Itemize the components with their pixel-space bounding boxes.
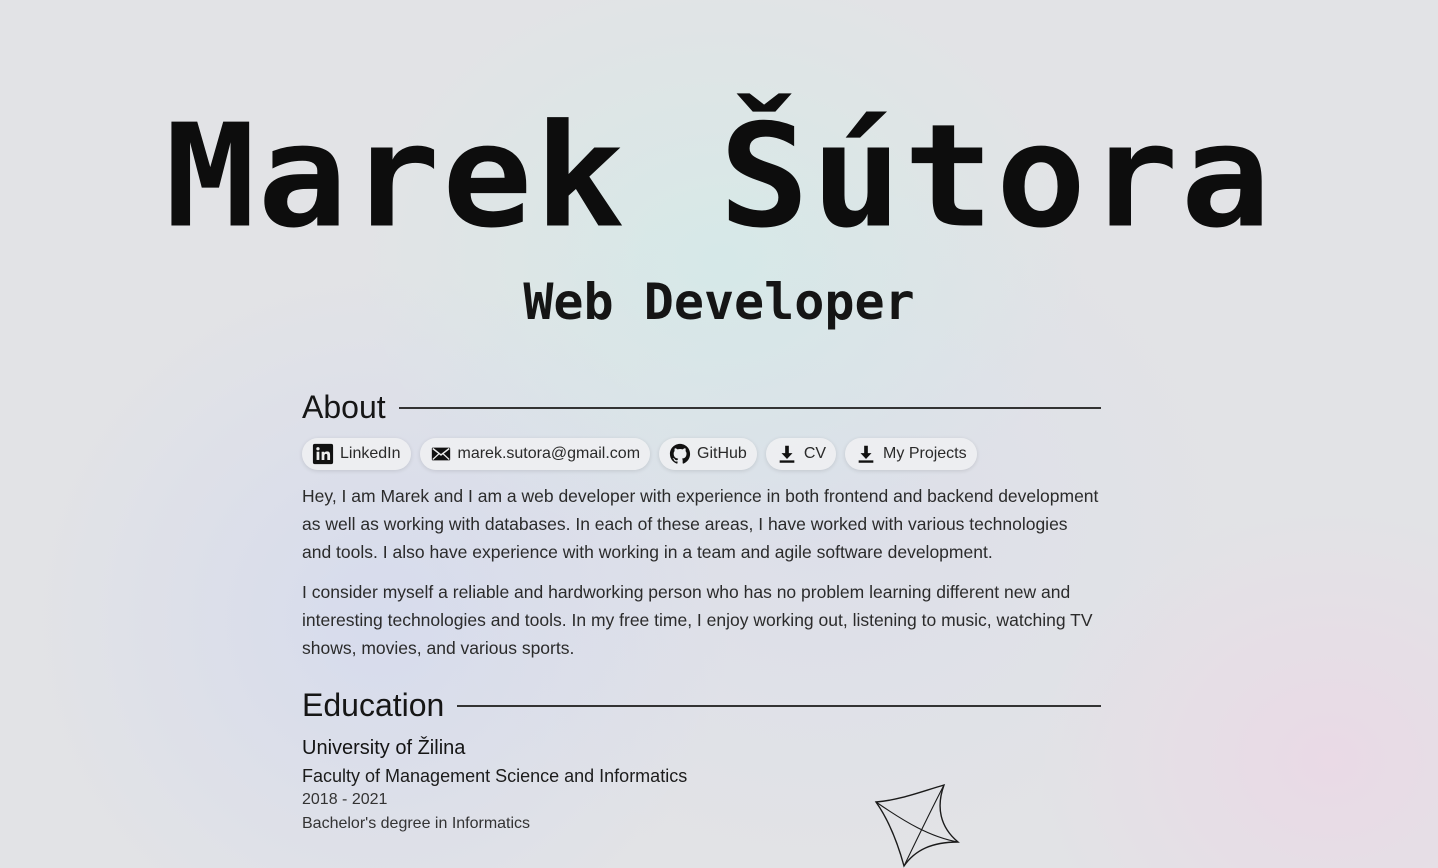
section-divider <box>398 407 1101 409</box>
section-divider <box>457 705 1101 707</box>
email-label: marek.sutora@gmail.com <box>457 445 641 462</box>
cv-label: CV <box>803 445 827 462</box>
star-doodle-icon <box>874 783 960 868</box>
download-icon <box>855 443 877 465</box>
main-content: About LinkedIn marek.sutora@gmail.com Gi… <box>302 384 1101 836</box>
education-faculty: Faculty of Management Science and Inform… <box>302 766 688 786</box>
education-section: Education University of Žilina Faculty o… <box>302 682 1101 836</box>
about-section: About LinkedIn marek.sutora@gmail.com Gi… <box>302 384 1101 662</box>
education-heading: Education <box>302 686 445 723</box>
projects-download-link[interactable]: My Projects <box>845 438 977 470</box>
about-header: About <box>302 384 1101 430</box>
linkedin-link[interactable]: LinkedIn <box>302 438 411 470</box>
about-paragraph: I consider myself a reliable and hardwor… <box>302 582 1093 658</box>
mail-icon <box>430 443 452 465</box>
hero: Marek Šútora Web Developer <box>0 0 1438 360</box>
education-item: University of Žilina Faculty of Manageme… <box>302 736 1101 836</box>
about-paragraph: Hey, I am Marek and I am a web developer… <box>302 486 1099 562</box>
education-header: Education <box>302 682 1101 728</box>
education-degree: Bachelor's degree in Informatics <box>302 815 531 832</box>
github-link[interactable]: GitHub <box>659 438 757 470</box>
github-label: GitHub <box>697 445 747 462</box>
download-icon <box>776 443 798 465</box>
contact-links: LinkedIn marek.sutora@gmail.com GitHub C… <box>302 438 1101 472</box>
email-link[interactable]: marek.sutora@gmail.com <box>419 438 651 470</box>
linkedin-icon <box>312 443 334 465</box>
hero-name: Marek Šútora <box>165 94 1273 260</box>
cv-download-link[interactable]: CV <box>765 438 837 470</box>
about-heading: About <box>302 388 386 425</box>
projects-label: My Projects <box>883 445 967 462</box>
hero-role: Web Developer <box>523 273 915 331</box>
education-years: 2018 - 2021 <box>302 791 388 808</box>
github-icon <box>669 443 691 465</box>
linkedin-label: LinkedIn <box>340 445 401 462</box>
education-university: University of Žilina <box>302 737 466 759</box>
